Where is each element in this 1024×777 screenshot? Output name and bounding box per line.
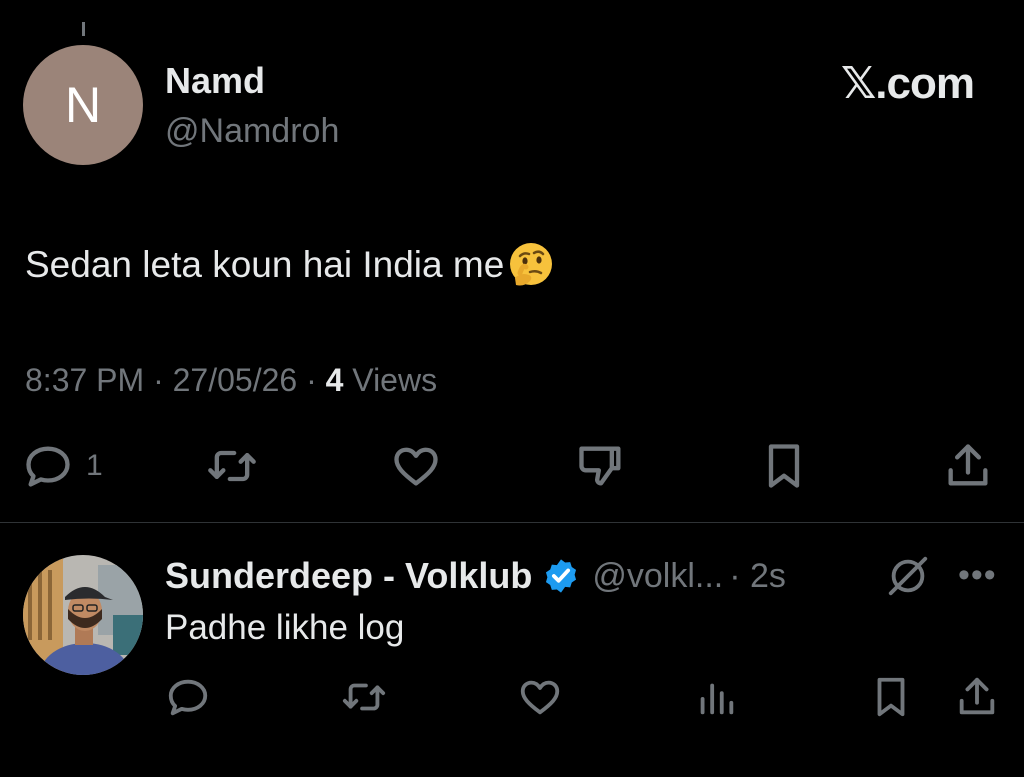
more-icon: ••• bbox=[958, 556, 997, 594]
dislike-button[interactable] bbox=[575, 440, 627, 492]
like-button[interactable] bbox=[390, 440, 442, 492]
author-handle[interactable]: @Namdroh bbox=[165, 112, 339, 151]
reply-icon bbox=[26, 446, 70, 487]
profile-photo bbox=[23, 555, 143, 675]
tweet-text: Sedan leta koun hai India me bbox=[25, 240, 556, 290]
retweet-icon bbox=[208, 450, 256, 482]
like-icon bbox=[520, 680, 560, 715]
like-icon bbox=[394, 447, 438, 486]
retweet-icon bbox=[342, 683, 386, 711]
reply-icon bbox=[168, 679, 208, 716]
verified-badge-icon bbox=[546, 559, 577, 593]
top-edge-marker bbox=[82, 22, 85, 36]
analytics-icon bbox=[700, 683, 734, 715]
meta-separator: · bbox=[306, 362, 326, 398]
bookmark-button[interactable] bbox=[758, 440, 810, 492]
share-button[interactable] bbox=[942, 440, 994, 492]
reply-retweet-button[interactable] bbox=[341, 674, 387, 725]
divider bbox=[0, 522, 1024, 523]
grok-icon[interactable] bbox=[885, 553, 931, 599]
reply-like-button[interactable] bbox=[517, 674, 563, 725]
reply-author-avatar[interactable] bbox=[23, 555, 143, 675]
tweet-meta: 8:37 PM · 27/05/26 · 4 Views bbox=[25, 362, 437, 399]
reply-header: Sunderdeep - Volklub @volkl... · 2s bbox=[165, 552, 786, 600]
tweet-body: Sedan leta koun hai India me bbox=[25, 244, 505, 285]
bookmark-icon bbox=[768, 444, 800, 488]
reply-timestamp: · 2s bbox=[729, 556, 786, 595]
reply-analytics-button[interactable] bbox=[693, 674, 739, 725]
reply-reply-button[interactable] bbox=[165, 674, 211, 725]
reply-share-button[interactable] bbox=[954, 674, 1000, 725]
bookmark-icon bbox=[877, 677, 905, 717]
reply-author-handle[interactable]: @volkl... bbox=[592, 557, 723, 596]
x-brand-logo: 𝕏.com bbox=[840, 59, 975, 108]
reply-author-name[interactable]: Sunderdeep - Volklub bbox=[165, 555, 532, 597]
share-icon bbox=[959, 677, 995, 715]
dislike-icon bbox=[579, 446, 621, 486]
reply-text: Padhe likhe log bbox=[165, 608, 405, 647]
reply-action-bar bbox=[0, 674, 1024, 726]
retweet-button[interactable] bbox=[206, 440, 258, 492]
meta-separator: · bbox=[153, 362, 173, 398]
tweet-action-bar: 1 bbox=[0, 440, 1024, 500]
more-options-button[interactable]: ••• bbox=[958, 556, 997, 595]
thinking-face-emoji-icon bbox=[510, 243, 553, 286]
avatar-letter: N bbox=[64, 77, 102, 133]
views-label: Views bbox=[352, 362, 438, 398]
author-name[interactable]: Namd bbox=[165, 60, 265, 102]
reply-bookmark-button[interactable] bbox=[868, 674, 914, 725]
tweet-date: 27/05/26 bbox=[172, 362, 298, 398]
author-avatar[interactable]: N bbox=[23, 45, 143, 165]
views-count: 4 bbox=[325, 362, 344, 398]
tweet-time: 8:37 PM bbox=[25, 362, 145, 398]
reply-button[interactable]: 1 bbox=[22, 440, 103, 492]
share-icon bbox=[948, 444, 988, 486]
reply-count: 1 bbox=[86, 449, 103, 482]
